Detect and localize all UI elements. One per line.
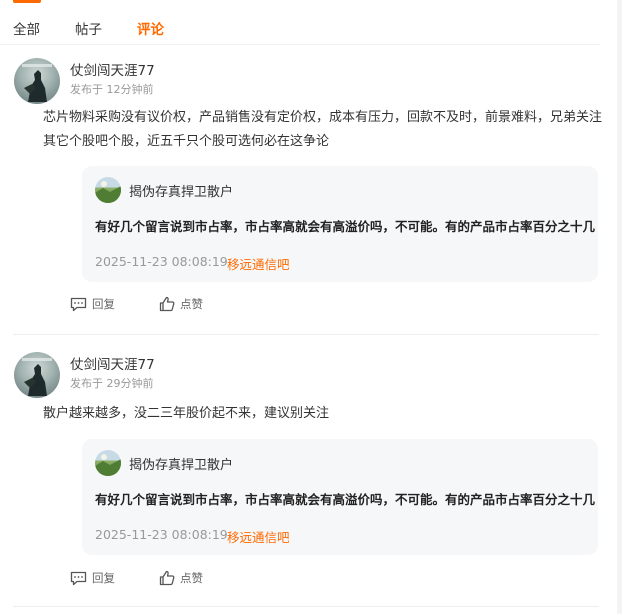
tab-comments[interactable]: 评论	[137, 18, 164, 38]
avatar-horse-rider-icon	[22, 358, 52, 396]
landscape-avatar-icon	[95, 181, 121, 203]
comment-item: 仗剑闯天涯77 发布于 29分钟前 散户越来越多，没二三年股价起不来，建议别关注…	[13, 352, 599, 602]
like-label: 点赞	[180, 297, 203, 311]
quoted-post[interactable]: 揭伪存真捍卫散户 有好几个留言说到市占率，市占率高就会有高溢价吗，不可能。有的产…	[82, 439, 598, 555]
quote-text: 有好几个留言说到市占率，市占率高就会有高溢价吗，不可能。有的产品市占率百分之十几	[95, 219, 596, 234]
reply-label: 回复	[92, 571, 115, 585]
like-button[interactable]: 点赞	[159, 568, 203, 588]
scrollbar[interactable]	[617, 0, 622, 614]
landscape-avatar-icon	[95, 454, 121, 476]
tab-bar: 全部 帖子 评论	[0, 0, 600, 45]
quote-avatar[interactable]	[95, 177, 121, 203]
divider	[13, 334, 599, 335]
thumbs-up-icon	[159, 296, 175, 312]
quote-username[interactable]: 揭伪存真捍卫散户	[129, 454, 233, 473]
quote-username[interactable]: 揭伪存真捍卫散户	[129, 181, 233, 200]
reply-label: 回复	[92, 297, 115, 311]
divider	[13, 606, 599, 607]
thumbs-up-icon	[159, 570, 175, 586]
comment-item: 仗剑闯天涯77 发布于 12分钟前 芯片物料采购没有议价权，产品销售没有定价权，…	[13, 58, 602, 328]
avatar-horse-rider-icon	[22, 64, 52, 102]
avatar[interactable]	[14, 352, 60, 398]
avatar[interactable]	[14, 58, 60, 104]
quote-source-link[interactable]: 移远通信吧	[227, 527, 290, 546]
timestamp: 发布于 29分钟前	[70, 377, 154, 390]
username[interactable]: 仗剑闯天涯77	[70, 353, 155, 373]
comment-text: 芯片物料采购没有议价权，产品销售没有定价权，成本有压力，回款不及时，前景难料，兄…	[43, 110, 603, 149]
timestamp: 发布于 12分钟前	[70, 83, 154, 96]
comment-bubble-icon	[70, 297, 87, 311]
quote-source-link[interactable]: 移远通信吧	[227, 254, 290, 273]
quote-date: 2025-11-23 08:08:19	[95, 254, 228, 269]
quote-date: 2025-11-23 08:08:19	[95, 527, 228, 542]
reply-button[interactable]: 回复	[70, 568, 115, 588]
reply-button[interactable]: 回复	[70, 294, 115, 314]
tab-posts[interactable]: 帖子	[75, 18, 102, 38]
like-button[interactable]: 点赞	[159, 294, 203, 314]
username[interactable]: 仗剑闯天涯77	[70, 59, 155, 79]
comment-text: 散户越来越多，没二三年股价起不来，建议别关注	[43, 406, 330, 421]
like-label: 点赞	[180, 571, 203, 585]
quote-text: 有好几个留言说到市占率，市占率高就会有高溢价吗，不可能。有的产品市占率百分之十几	[95, 492, 596, 507]
tab-all[interactable]: 全部	[13, 18, 40, 38]
quoted-post[interactable]: 揭伪存真捍卫散户 有好几个留言说到市占率，市占率高就会有高溢价吗，不可能。有的产…	[82, 166, 598, 282]
quote-avatar[interactable]	[95, 450, 121, 476]
tab-active-indicator	[13, 0, 41, 3]
comment-bubble-icon	[70, 571, 87, 585]
